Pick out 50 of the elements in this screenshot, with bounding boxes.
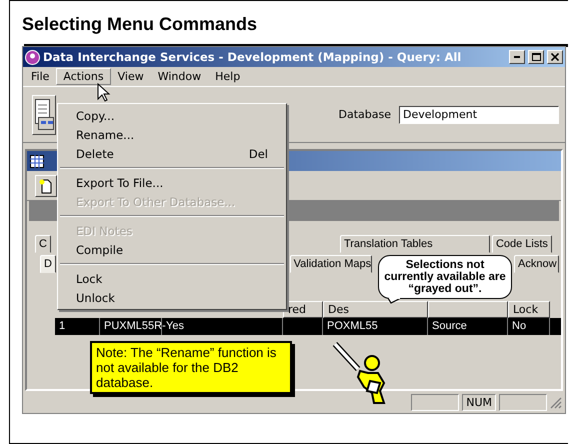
- slide-title: Selecting Menu Commands: [22, 14, 258, 36]
- menu-bar-item[interactable]: File: [24, 68, 56, 85]
- window-title: Data Interchange Services - Development (Mapping) - Query: All: [43, 50, 462, 64]
- column-header[interactable]: Des: [323, 301, 428, 318]
- table-cell: 1: [55, 318, 100, 335]
- status-panel: [411, 394, 460, 410]
- app-icon: [25, 50, 40, 64]
- new-document-button[interactable]: [35, 174, 57, 196]
- menu-bar-item[interactable]: Help: [208, 68, 248, 85]
- menu-bar-item[interactable]: View: [110, 68, 151, 85]
- minimize-button[interactable]: [509, 50, 525, 64]
- resize-grip-icon[interactable]: [550, 397, 562, 409]
- menu-item[interactable]: Delete Del: [58, 144, 286, 163]
- toolbar-button[interactable]: [32, 94, 56, 134]
- tab[interactable]: D: [40, 255, 56, 273]
- note-box: Note: The “Rename” function is not available for the DB2 database.: [90, 341, 292, 394]
- menu-item[interactable]: Copy...: [58, 106, 286, 125]
- menu-item[interactable]: Lock: [58, 269, 286, 288]
- menu-item[interactable]: Export To File...: [58, 173, 286, 192]
- new-document-icon: [39, 178, 53, 194]
- tab[interactable]: C: [35, 235, 51, 253]
- shortcut-label: Del: [248, 146, 268, 162]
- database-field[interactable]: Development: [399, 106, 559, 124]
- tab[interactable]: Code Lists: [492, 235, 552, 253]
- menu-item[interactable]: Unlock: [58, 288, 286, 307]
- menu-bar-item[interactable]: Actions: [56, 68, 111, 85]
- maximize-icon: [532, 53, 540, 61]
- menu-item[interactable]: Rename...: [58, 125, 286, 144]
- table-row[interactable]: 1 PUXML55R-Yes POXML55 Source No: [55, 318, 561, 335]
- menu-bar-item[interactable]: Window: [150, 68, 208, 85]
- tab[interactable]: Acknow: [514, 255, 560, 273]
- menu-item[interactable]: Compile: [58, 240, 286, 259]
- maximize-button[interactable]: [528, 50, 544, 64]
- speech-bubble: Selections not currently available are “grayed out”.: [378, 255, 512, 299]
- column-header[interactable]: [428, 301, 508, 318]
- minimize-icon: [514, 56, 520, 58]
- column-header[interactable]: Lock: [508, 301, 550, 318]
- close-icon: [551, 53, 559, 61]
- bubble-tail: [388, 298, 402, 304]
- document-diagram-icon: [34, 98, 54, 130]
- table-cell: Source: [428, 318, 508, 335]
- table-cell: No: [508, 318, 550, 335]
- close-button[interactable]: [547, 50, 563, 64]
- status-panel: NUM: [462, 394, 496, 410]
- grid-icon: [30, 154, 44, 168]
- table-cell: POXML55: [323, 318, 428, 335]
- tab[interactable]: Validation Maps: [290, 255, 372, 273]
- status-panel: [499, 394, 547, 410]
- database-label: Database: [338, 108, 391, 121]
- tab[interactable]: Translation Tables: [340, 235, 490, 253]
